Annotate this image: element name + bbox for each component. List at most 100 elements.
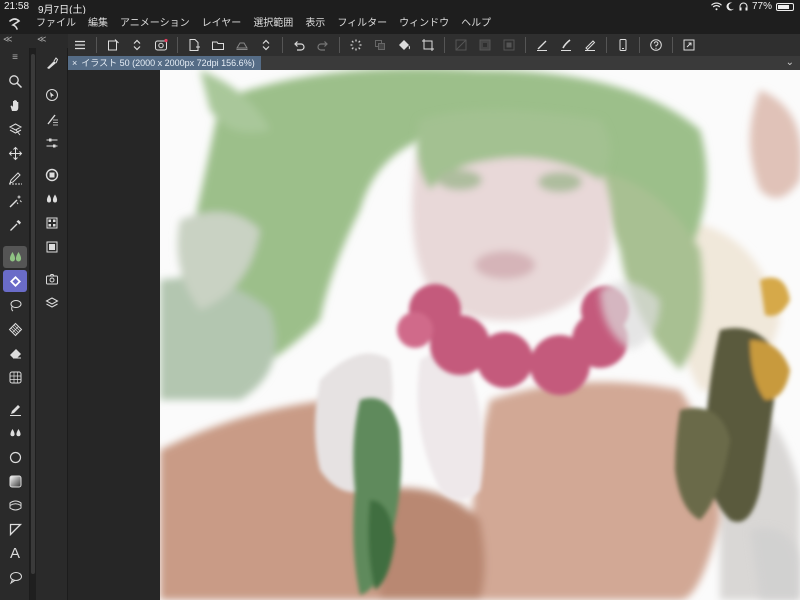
marker-pen-icon: [9, 404, 21, 416]
smartphone-button[interactable]: [611, 34, 635, 56]
close-tab-icon[interactable]: ×: [72, 56, 77, 70]
collapse-subtool-palette-button[interactable]: ≪: [37, 34, 46, 45]
companion-mode-button[interactable]: [149, 34, 173, 56]
copy-button[interactable]: [368, 34, 392, 56]
ruler-icon: [9, 500, 21, 510]
tool-figure[interactable]: [3, 518, 27, 540]
command-bar: [68, 34, 800, 56]
tool-text[interactable]: A: [3, 542, 27, 564]
tool-eyedropper[interactable]: [3, 214, 27, 236]
hamburger-icon: [75, 40, 85, 50]
tool-pen[interactable]: [3, 398, 27, 420]
subtool-brush-size-button[interactable]: [40, 108, 64, 130]
help-button[interactable]: [644, 34, 668, 56]
menu-file[interactable]: ファイル: [30, 14, 82, 34]
color-circle-button[interactable]: [40, 164, 64, 186]
sliders-icon: [46, 138, 58, 148]
color-mixing-button[interactable]: [40, 188, 64, 210]
layer-button[interactable]: [40, 292, 64, 314]
canvas-workspace[interactable]: [68, 70, 800, 600]
separator: [444, 37, 445, 53]
layer-select-icon: [8, 122, 22, 135]
drawing-canvas[interactable]: [160, 70, 800, 600]
subtool-pen-button[interactable]: [40, 52, 64, 74]
tool-eraser[interactable]: [3, 342, 27, 364]
fullscreen-button[interactable]: [677, 34, 701, 56]
loading-indicator: [344, 34, 368, 56]
scrollbar-thumb[interactable]: [31, 54, 35, 574]
tool-lasso[interactable]: [3, 294, 27, 316]
new-file-icon: [189, 39, 200, 51]
save-button[interactable]: [230, 34, 254, 56]
new-file-button[interactable]: [182, 34, 206, 56]
tool-watercolor[interactable]: [3, 422, 27, 444]
folder-open-icon: [212, 41, 224, 50]
navigator-button[interactable]: [40, 268, 64, 290]
collapse-tool-palette-button[interactable]: ≪: [3, 34, 12, 45]
menu-help[interactable]: ヘルプ: [455, 14, 497, 34]
subtool-settings-button[interactable]: [40, 132, 64, 154]
tool-frame[interactable]: [3, 366, 27, 388]
separator: [606, 37, 607, 53]
redo-icon: [317, 41, 328, 51]
clear-selection-button[interactable]: [449, 34, 473, 56]
palette-header: ≪ ≪: [0, 34, 68, 48]
water-drops-icon: [9, 428, 21, 436]
tool-operation[interactable]: [3, 166, 27, 188]
frame-grid-icon: [9, 371, 21, 383]
document-tab[interactable]: × イラスト 50 (2000 x 2000px 72dpi 156.6%): [68, 56, 261, 70]
fill-button[interactable]: [392, 34, 416, 56]
menu-animation[interactable]: アニメーション: [114, 14, 196, 34]
pencil-draw-button[interactable]: [578, 34, 602, 56]
menu-bar: ファイル 編集 アニメーション レイヤー 選択範囲 表示 フィルター ウィンドウ…: [0, 14, 800, 34]
tool-ruler[interactable]: [3, 494, 27, 516]
updown-button-2[interactable]: [254, 34, 278, 56]
menu-selection[interactable]: 選択範囲: [247, 14, 299, 34]
tool-zoom[interactable]: [3, 70, 27, 92]
crop-button[interactable]: [416, 34, 440, 56]
chevron-down-icon[interactable]: ⌄: [786, 56, 794, 70]
open-file-button[interactable]: [206, 34, 230, 56]
color-drops-icon: [46, 194, 58, 203]
separator: [672, 37, 673, 53]
tool-move[interactable]: [3, 142, 27, 164]
menu-filter[interactable]: フィルター: [331, 14, 393, 34]
brush-draw-button[interactable]: [554, 34, 578, 56]
help-icon: [650, 39, 662, 51]
menu-icon: ≡: [12, 51, 18, 63]
app-logo-icon[interactable]: [0, 14, 30, 34]
subtool-sync-button[interactable]: [40, 84, 64, 106]
undo-icon: [294, 41, 305, 51]
tool-hand[interactable]: [3, 94, 27, 116]
invert-selection-button[interactable]: [473, 34, 497, 56]
menu-view[interactable]: 表示: [299, 14, 331, 34]
tool-auto-select[interactable]: [3, 190, 27, 212]
tool-fill-selected[interactable]: [3, 270, 27, 292]
status-time: 21:58: [4, 1, 30, 12]
redo-button[interactable]: [311, 34, 335, 56]
tool-ellipse[interactable]: [3, 446, 27, 468]
status-indicators: 77%: [711, 1, 794, 12]
command-bar-menu-button[interactable]: [68, 34, 92, 56]
tool-balloon[interactable]: [3, 566, 27, 588]
tool-palette-menu-button[interactable]: ≡: [3, 50, 27, 64]
tool-layer-select[interactable]: [3, 118, 27, 140]
menu-layer[interactable]: レイヤー: [196, 14, 248, 34]
document-tab-bar: × イラスト 50 (2000 x 2000px 72dpi 156.6%) ⌄: [68, 56, 800, 70]
updown-button[interactable]: [125, 34, 149, 56]
pen-draw-button[interactable]: [530, 34, 554, 56]
new-canvas-button[interactable]: [101, 34, 125, 56]
tool-gradient[interactable]: [3, 470, 27, 492]
intermediate-color-button[interactable]: [40, 236, 64, 258]
tool-palette: ≡ A: [0, 48, 30, 600]
tool-blend-selected[interactable]: [3, 246, 27, 268]
brush-lines-icon: [47, 114, 58, 126]
expand-icon: [503, 39, 515, 51]
brush-icon: [561, 39, 571, 51]
color-set-button[interactable]: [40, 212, 64, 234]
menu-edit[interactable]: 編集: [82, 14, 114, 34]
menu-window[interactable]: ウィンドウ: [393, 14, 455, 34]
undo-button[interactable]: [287, 34, 311, 56]
tool-tone[interactable]: [3, 318, 27, 340]
expand-selection-button[interactable]: [497, 34, 521, 56]
